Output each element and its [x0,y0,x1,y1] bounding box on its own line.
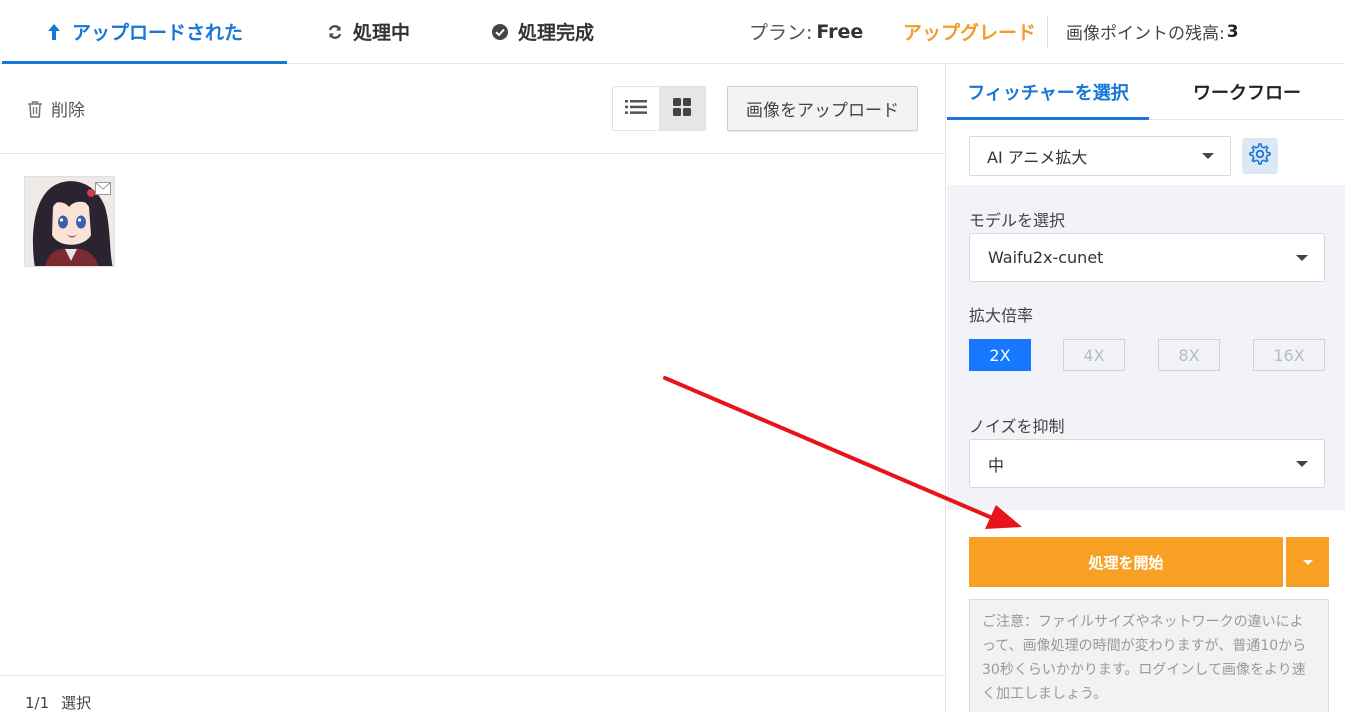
delete-label: 削除 [51,101,85,121]
chevron-down-icon [1202,153,1214,159]
selection-footer: 1/1 選択 [0,675,946,712]
list-icon [625,99,647,119]
start-options-dropdown[interactable] [1286,537,1329,587]
feature-settings-button[interactable] [1242,138,1278,174]
panel-tabs: フィッチャーを選択 ワークフロー [947,64,1345,120]
plan-info: プラン: Free [749,0,863,63]
model-label: モデルを選択 [969,211,1066,230]
points-value: 3 [1226,21,1239,42]
upgrade-link[interactable]: アップグレード [903,0,1036,63]
app-root: アップロードされた 処理中 処理完成 プラン: Free アップグレード 画像ポ… [0,0,1345,712]
image-toolbar: 削除 画像をアップロード [0,64,946,154]
upload-arrow-icon [44,22,64,42]
plan-value: Free [816,20,864,43]
image-type-icon [95,180,111,199]
image-thumbnail[interactable] [24,176,115,267]
header-divider [1047,16,1048,48]
tab-uploaded-label: アップロードされた [71,22,243,44]
start-processing-button[interactable]: 処理を開始 [969,537,1283,587]
gear-icon [1248,142,1272,170]
selection-count: 1/1 選択 [25,692,91,712]
model-dropdown-value: Waifu2x-cunet [988,248,1104,267]
points-label: 画像ポイントの残高: [1066,24,1225,44]
tab-workflow[interactable]: ワークフロー [1149,64,1345,119]
scale-label: 拡大倍率 [969,306,1034,325]
tab-feature-select[interactable]: フィッチャーを選択 [947,64,1149,120]
tab-processing-label: 処理中 [353,22,411,44]
feature-dropdown[interactable]: AI アニメ拡大 [969,136,1231,176]
noise-label: ノイズを抑制 [969,417,1065,436]
points-balance: 画像ポイントの残高: 3 [1066,0,1239,63]
tab-done-label: 処理完成 [518,22,595,44]
selection-label: 選択 [61,694,92,712]
noise-dropdown[interactable]: 中 [969,439,1325,488]
noise-dropdown-value: 中 [988,455,1005,475]
refresh-icon [325,22,345,42]
feature-dropdown-value: AI アニメ拡大 [987,148,1088,167]
model-dropdown[interactable]: Waifu2x-cunet [969,233,1325,282]
image-list-pane: 削除 画像をアップロード 1/1 選択 [0,64,946,712]
processing-notice: ご注意：ファイルサイズやネットワークの違いによって、画像処理の時間が変わりますが… [969,599,1329,712]
chevron-down-icon [1296,254,1308,261]
scale-option-8x[interactable]: 8X [1158,339,1220,371]
grid-view-button[interactable] [659,87,705,130]
tab-processing[interactable]: 処理中 [325,0,410,63]
settings-pane: フィッチャーを選択 ワークフロー AI アニメ拡大 モデルを選択 Waifu2x… [947,64,1345,712]
tab-done[interactable]: 処理完成 [490,0,594,63]
check-circle-icon [490,22,510,42]
plan-label: プラン: [749,22,813,44]
feature-settings-panel: モデルを選択 Waifu2x-cunet 拡大倍率 2X 4X 8X 16X ノ… [947,185,1345,510]
delete-button[interactable]: 削除 [27,96,85,121]
scale-option-2x[interactable]: 2X [969,339,1031,371]
grid-icon [673,97,691,120]
view-toggle [612,86,706,131]
selection-count-value: 1/1 [25,694,50,712]
scale-option-16x[interactable]: 16X [1253,339,1325,371]
scale-option-4x[interactable]: 4X [1063,339,1125,371]
chevron-down-icon [1296,460,1308,467]
tab-uploaded[interactable]: アップロードされた [0,0,287,64]
top-bar: アップロードされた 処理中 処理完成 プラン: Free アップグレード 画像ポ… [0,0,1345,64]
start-processing-group: 処理を開始 [969,537,1329,587]
list-view-button[interactable] [613,87,659,130]
trash-icon [27,100,43,118]
upload-image-button[interactable]: 画像をアップロード [727,86,918,131]
